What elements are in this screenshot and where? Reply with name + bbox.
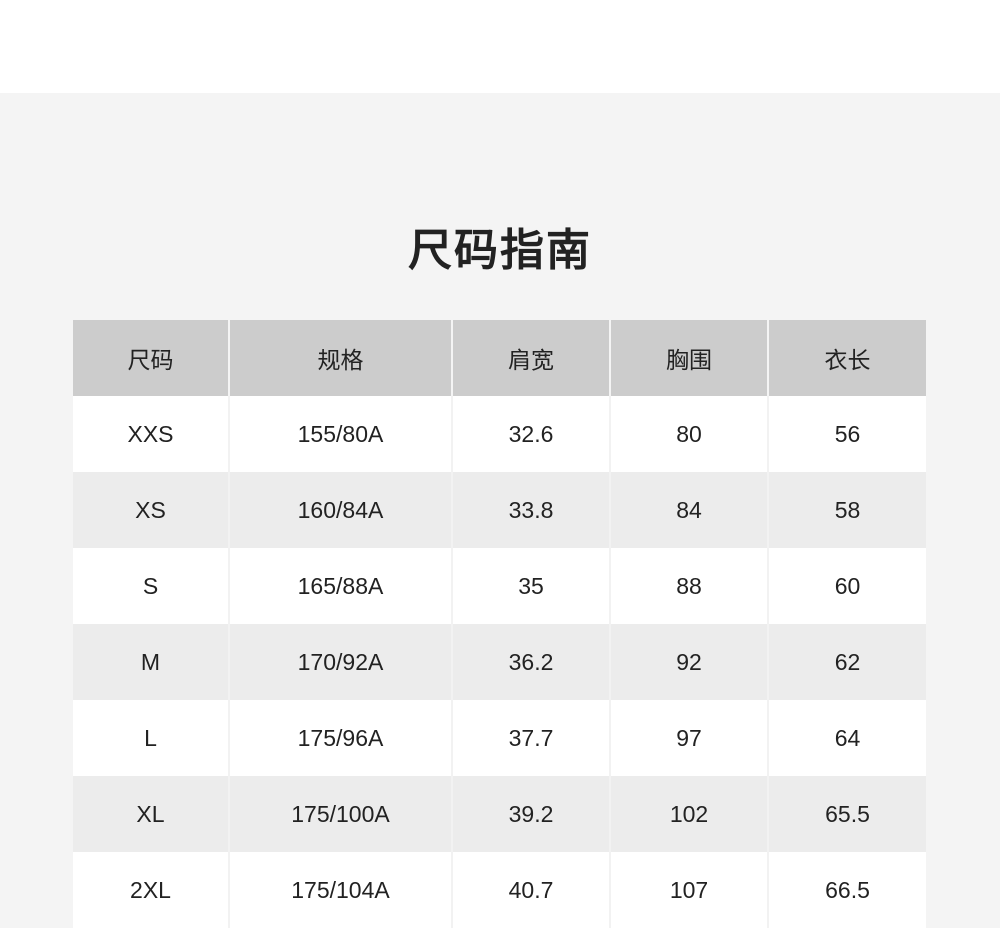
cell-length: 58 [767, 472, 926, 548]
cell-size: M [73, 624, 229, 700]
table-row: XS 160/84A 33.8 84 58 [73, 472, 926, 548]
cell-length: 62 [767, 624, 926, 700]
header-row: 尺码 规格 肩宽 胸围 衣长 [73, 320, 926, 396]
cell-chest: 92 [609, 624, 768, 700]
cell-shoulder-width: 33.8 [451, 472, 610, 548]
cell-length: 66.5 [767, 852, 926, 928]
header-size: 尺码 [73, 320, 229, 396]
header-spec: 规格 [228, 320, 452, 396]
cell-shoulder-width: 39.2 [451, 776, 610, 852]
cell-chest: 97 [609, 700, 768, 776]
cell-size: XL [73, 776, 229, 852]
table-row: M 170/92A 36.2 92 62 [73, 624, 926, 700]
header-length: 衣长 [767, 320, 926, 396]
cell-spec: 155/80A [228, 396, 452, 472]
cell-length: 56 [767, 396, 926, 472]
cell-spec: 175/96A [228, 700, 452, 776]
top-white-band [0, 0, 1000, 93]
cell-size: 2XL [73, 852, 229, 928]
size-guide-table: 尺码 规格 肩宽 胸围 衣长 XXS 155/80A 32.6 80 56 XS… [73, 320, 926, 928]
cell-spec: 175/104A [228, 852, 452, 928]
cell-chest: 107 [609, 852, 768, 928]
cell-spec: 160/84A [228, 472, 452, 548]
header-shoulder-width: 肩宽 [451, 320, 610, 396]
cell-chest: 102 [609, 776, 768, 852]
cell-shoulder-width: 35 [451, 548, 610, 624]
cell-chest: 88 [609, 548, 768, 624]
table-row: 2XL 175/104A 40.7 107 66.5 [73, 852, 926, 928]
cell-spec: 165/88A [228, 548, 452, 624]
cell-shoulder-width: 37.7 [451, 700, 610, 776]
cell-shoulder-width: 36.2 [451, 624, 610, 700]
cell-shoulder-width: 32.6 [451, 396, 610, 472]
cell-length: 64 [767, 700, 926, 776]
cell-size: S [73, 548, 229, 624]
cell-size: XS [73, 472, 229, 548]
cell-chest: 80 [609, 396, 768, 472]
page-title: 尺码指南 [408, 225, 592, 277]
cell-spec: 170/92A [228, 624, 452, 700]
table-row: XL 175/100A 39.2 102 65.5 [73, 776, 926, 852]
cell-spec: 175/100A [228, 776, 452, 852]
table-body: XXS 155/80A 32.6 80 56 XS 160/84A 33.8 8… [73, 396, 926, 928]
cell-shoulder-width: 40.7 [451, 852, 610, 928]
table-row: L 175/96A 37.7 97 64 [73, 700, 926, 776]
cell-length: 65.5 [767, 776, 926, 852]
cell-chest: 84 [609, 472, 768, 548]
table-header: 尺码 规格 肩宽 胸围 衣长 [73, 320, 926, 396]
table-row: S 165/88A 35 88 60 [73, 548, 926, 624]
cell-size: L [73, 700, 229, 776]
table-row: XXS 155/80A 32.6 80 56 [73, 396, 926, 472]
cell-length: 60 [767, 548, 926, 624]
cell-size: XXS [73, 396, 229, 472]
header-chest: 胸围 [609, 320, 768, 396]
